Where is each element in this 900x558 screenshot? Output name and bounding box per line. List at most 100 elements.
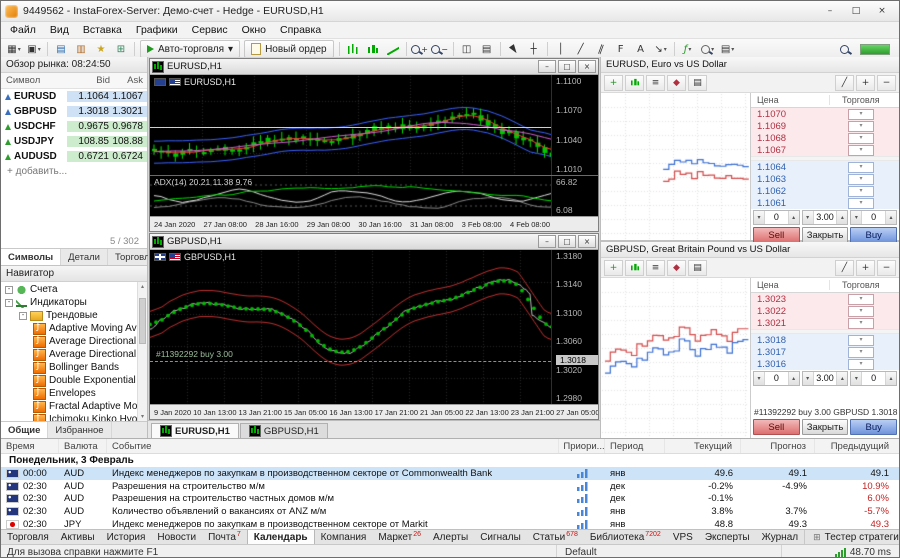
close-button[interactable]: × [869, 4, 895, 19]
bid-price-row[interactable]: 1.3017 ▾ [751, 346, 899, 358]
restore-chart-button[interactable]: □ [558, 60, 576, 73]
column-time[interactable]: Время [1, 439, 59, 453]
calendar-row[interactable]: 02:30 AUD Разрешения на строительство ча… [1, 493, 899, 506]
trade-dropdown[interactable]: ▾ [823, 318, 899, 329]
volume-stepper[interactable]: ▾ 3.00 ▴ [802, 371, 849, 386]
one-click-icon[interactable]: ▤ [688, 260, 707, 276]
menu-item[interactable]: Сервис [185, 24, 235, 36]
close-position-button[interactable]: Закрыть [802, 419, 849, 435]
crosshair-tool-icon[interactable]: ┼ [524, 41, 544, 57]
buy-button[interactable]: Buy [850, 227, 897, 243]
navigator-header[interactable]: Навигатор [1, 266, 147, 282]
autotrade-button[interactable]: Авто-торговля ▾ [140, 40, 240, 58]
column-symbol[interactable]: Символ [1, 75, 68, 86]
market-watch-row[interactable]: EURUSD 1.1064 1.1067 [1, 89, 147, 104]
navigator-tree-item[interactable]: - Bollinger Bands [1, 361, 147, 374]
line-mode-icon[interactable]: ╱ [835, 75, 854, 91]
stepper-up-icon[interactable]: ▴ [885, 211, 896, 224]
column-forecast[interactable]: Прогноз [741, 439, 815, 453]
depth-of-market-icon[interactable]: ≡ [646, 75, 665, 91]
stepper-up-icon[interactable]: ▴ [836, 372, 847, 385]
eurusd-main-pane[interactable]: EURUSD,H1 1.11001.10701.10401.1010 [150, 75, 598, 176]
trendline-tool-icon[interactable]: ╱ [571, 41, 591, 57]
trade-dropdown[interactable]: ▾ [823, 133, 899, 144]
ask-price-row[interactable]: 1.1070 ▾ [751, 108, 899, 120]
gbpusd-window-titlebar[interactable]: GBPUSD,H1 – □ × [150, 234, 598, 250]
menu-item[interactable]: Справка [273, 24, 328, 36]
toolbox-tab[interactable]: Календарь [247, 530, 315, 545]
navigator-tab[interactable]: Общие [1, 422, 48, 438]
alert-icon[interactable]: ◆ [667, 75, 686, 91]
panel-zoom-in-icon[interactable]: + [856, 75, 875, 91]
chart-tab[interactable]: EURUSD,H1 [151, 423, 239, 438]
stepper-down-icon[interactable]: ▾ [754, 372, 765, 385]
stepper-down-icon[interactable]: ▾ [803, 211, 814, 224]
navigator-scrollbar[interactable]: ▴ ▾ [137, 282, 147, 421]
column-priority[interactable]: Приори... [559, 439, 605, 453]
menu-item[interactable]: Окно [235, 24, 273, 36]
stepper-up-icon[interactable]: ▴ [788, 372, 799, 385]
gbpusd-main-pane[interactable]: GBPUSD,H1 #11392292 buy 3.00 1.31801.314… [150, 250, 598, 404]
navigator-tree-item[interactable]: - Double Exponential [1, 374, 147, 387]
market-watch-row[interactable]: USDJPY 108.85 108.88 [1, 134, 147, 149]
zoom-in-icon[interactable]: + [410, 41, 430, 57]
bid-price-row[interactable]: 1.1061 ▾ [751, 197, 899, 209]
restore-chart-button[interactable]: □ [558, 235, 576, 248]
navigator-tree-item[interactable]: - Adaptive Moving Av [1, 322, 147, 335]
bar-chart-mode-icon[interactable] [343, 41, 363, 57]
close-chart-button[interactable]: × [578, 235, 596, 248]
sell-button[interactable]: Sell [753, 419, 800, 435]
one-click-icon[interactable]: ▤ [688, 75, 707, 91]
stepper-up-icon[interactable]: ▴ [788, 211, 799, 224]
eurusd-window-titlebar[interactable]: EURUSD,H1 – □ × [150, 59, 598, 75]
eurusd-adx-pane[interactable]: ADX(14) 20.21 11.38 9.76 66.826.08 [150, 176, 598, 216]
navigator-tree-item[interactable]: - Ichimoku Kinko Hyo [1, 413, 147, 421]
column-currency[interactable]: Валюта [59, 439, 107, 453]
candle-chart-mode-icon[interactable] [363, 41, 383, 57]
tile-windows-icon[interactable]: ◫ [457, 41, 477, 57]
line-chart-mode-icon[interactable] [383, 41, 403, 57]
bid-price-row[interactable]: 1.1064 ▾ [751, 161, 899, 173]
expander-icon[interactable]: - [19, 312, 27, 320]
sell-button[interactable]: Sell [753, 227, 800, 243]
toolbox-tab[interactable]: Торговля [1, 530, 55, 545]
trade-dropdown[interactable]: ▾ [823, 306, 899, 317]
toolbox-toggle-icon[interactable]: ⊞ [111, 41, 131, 57]
scroll-down-icon[interactable]: ▾ [138, 413, 147, 420]
gbpusd-time-axis[interactable]: 9 Jan 202010 Jan 13:0013 Jan 21:0015 Jan… [150, 404, 598, 419]
navigator-tree-item[interactable]: - Индикаторы [1, 296, 147, 309]
arrows-tool-icon[interactable]: ↘▾ [651, 41, 671, 57]
market-watch-toggle-icon[interactable]: ▤ [51, 41, 71, 57]
timeframes-menu-icon[interactable]: ▾ [698, 41, 718, 57]
toolbox-tab[interactable]: VPS [667, 530, 699, 545]
column-actual[interactable]: Текущий [665, 439, 741, 453]
toolbox-tab[interactable]: Новости [151, 530, 202, 545]
eurusd-time-axis[interactable]: 24 Jan 202027 Jan 08:0028 Jan 16:0029 Ja… [150, 216, 598, 231]
calendar-row[interactable]: 00:00 AUD Индекс менеджеров по закупкам … [1, 467, 899, 480]
ask-price-row[interactable]: 1.1068 ▾ [751, 132, 899, 144]
status-profile[interactable]: Default [556, 545, 781, 558]
new-order-icon[interactable]: + [604, 260, 623, 276]
menu-item[interactable]: Вставка [76, 24, 129, 36]
strategy-tester-tab[interactable]: ⊞ Тестер стратегий [804, 530, 899, 545]
eurusd-depth-header[interactable]: EURUSD, Euro vs US Dollar [601, 57, 899, 73]
bid-price-row[interactable]: 1.1063 ▾ [751, 173, 899, 185]
ask-price-row[interactable]: 1.1067 ▾ [751, 144, 899, 156]
chart-mode-icon[interactable] [625, 260, 644, 276]
column-previous[interactable]: Предыдущий [815, 439, 899, 453]
market-watch-row[interactable]: USDCHF 0.9675 0.9678 [1, 119, 147, 134]
trade-dropdown[interactable]: ▾ [823, 174, 899, 185]
toolbox-tab[interactable]: Маркет 26 [372, 530, 427, 545]
line-mode-icon[interactable]: ╱ [835, 260, 854, 276]
minimize-button[interactable]: – [817, 4, 843, 19]
trade-dropdown[interactable]: ▾ [823, 198, 899, 209]
navigator-tree-item[interactable]: - Envelopes [1, 387, 147, 400]
menu-item[interactable]: Файл [3, 24, 43, 36]
market-watch-column-header[interactable]: Символ Bid Ask [1, 73, 147, 89]
stepper-up-icon[interactable]: ▴ [836, 211, 847, 224]
navigator-tab[interactable]: Избранное [48, 422, 111, 438]
stepper-up-icon[interactable]: ▴ [885, 372, 896, 385]
chart-mode-icon[interactable] [625, 75, 644, 91]
market-watch-row[interactable]: AUDUSD 0.6721 0.6724 [1, 149, 147, 164]
close-position-button[interactable]: Закрыть [802, 227, 849, 243]
